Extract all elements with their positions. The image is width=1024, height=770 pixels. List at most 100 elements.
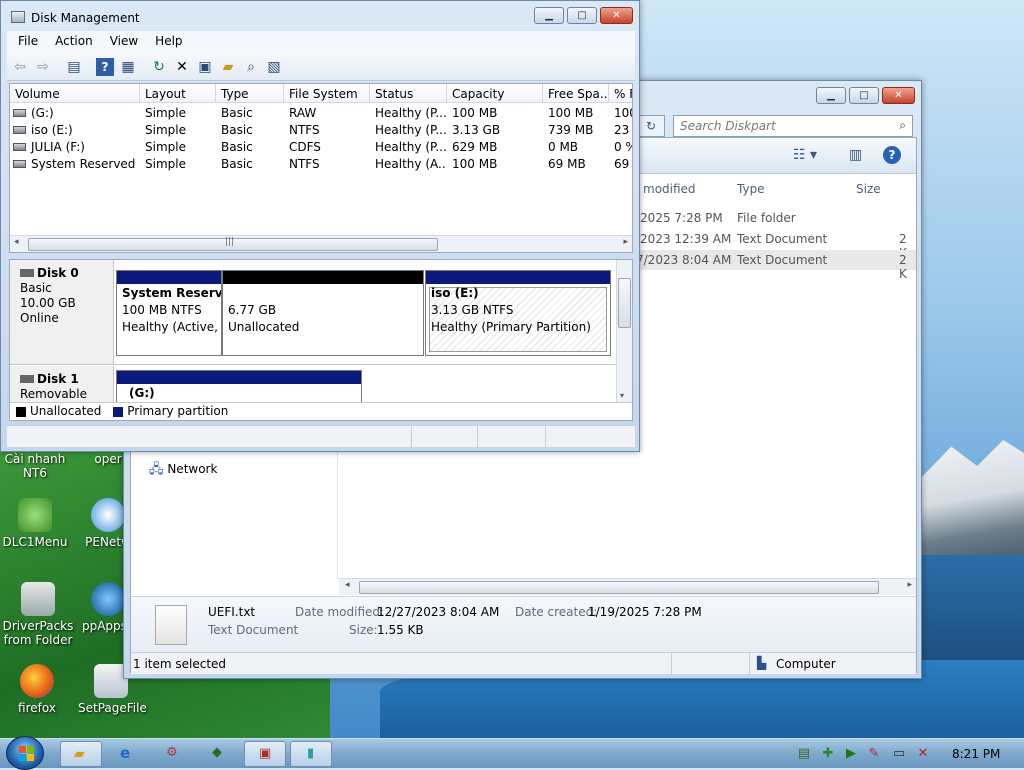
start-button[interactable]	[6, 736, 44, 770]
tray-app-icon[interactable]: ✎	[866, 746, 882, 762]
delete-icon[interactable]: ✕	[173, 58, 191, 76]
cell-percent: 69	[614, 157, 630, 171]
clock[interactable]: 8:21 PM	[952, 747, 1000, 761]
disk-pane: Disk 0 Basic 10.00 GB Online System Rese…	[9, 259, 633, 421]
column-header-type[interactable]: Type	[216, 84, 284, 103]
volume-row[interactable]: JULIA (F:) Simple Basic CDFS Healthy (P... 62…	[10, 139, 632, 156]
desktop-icon-dlc1menu[interactable]: DLC1Menu	[0, 498, 70, 549]
apps-icon	[91, 582, 125, 616]
tray-monitor-icon[interactable]: ▭	[891, 746, 907, 762]
cell-freespace: 100 MB	[548, 106, 594, 120]
refresh-icon[interactable]: ↻	[637, 115, 665, 137]
tray-play-icon[interactable]: ▶	[843, 746, 859, 762]
cell-freespace: 739 MB	[548, 123, 594, 137]
file-row[interactable]: /2023 12:39 AM Text Document 2 K	[631, 229, 916, 260]
search-input[interactable]: Search Diskpart ⌕	[673, 115, 913, 137]
taskbar-app[interactable]: ⚙	[152, 741, 194, 767]
column-header-filesystem[interactable]: File System	[284, 84, 370, 103]
disk-management-icon	[11, 11, 25, 23]
computer-icon: ▙	[757, 656, 767, 670]
rescan-icon[interactable]: ▧	[265, 58, 283, 76]
menu-action[interactable]: Action	[44, 31, 99, 48]
preview-pane-icon[interactable]: ▥	[849, 147, 862, 163]
column-header-size[interactable]: Size	[856, 182, 881, 196]
cell-layout: Simple	[145, 123, 186, 137]
back-icon[interactable]: ⇦	[11, 58, 29, 76]
minimize-button[interactable]: ▁	[816, 87, 846, 104]
taskbar-disk-management[interactable]: ▣	[244, 741, 286, 767]
taskbar-ie[interactable]: e	[106, 741, 148, 767]
close-button[interactable]: ✕	[600, 7, 633, 24]
details-size-label: Size:	[349, 623, 378, 637]
wallpaper-mountain	[920, 440, 1024, 570]
desktop-icon-firefox[interactable]: firefox	[2, 664, 72, 715]
desktop-icon-label: oper	[94, 452, 122, 466]
folder-icon: ▰	[74, 746, 85, 762]
cell-status: Healthy (P...	[375, 140, 447, 154]
details-modified-label: Date modified:	[295, 605, 385, 619]
cell-status: Healthy (P...	[375, 106, 447, 120]
desktop-icon-label: Cài nhanh NT6	[4, 452, 66, 480]
taskbar-explorer[interactable]: ▰	[60, 741, 102, 767]
file-row-selected[interactable]: 7/2023 8:04 AM Text Document 2 K	[631, 250, 916, 281]
refresh-icon[interactable]: ↻	[150, 58, 168, 76]
cell-status: Healthy (P...	[375, 123, 447, 137]
tray-network-icon[interactable]: ▤	[796, 746, 812, 762]
cell-capacity: 100 MB	[452, 106, 498, 120]
taskbar-app[interactable]: ▮	[290, 741, 332, 767]
properties-sheet-icon[interactable]: ▣	[196, 58, 214, 76]
partition-unallocated[interactable]: 6.77 GB Unallocated	[222, 270, 424, 356]
column-header-layout[interactable]: Layout	[140, 84, 216, 103]
volume-row[interactable]: System Reserved (... Simple Basic NTFS Healt…	[10, 156, 632, 173]
volume-row[interactable]: iso (E:) Simple Basic NTFS Healthy (P... 3.13…	[10, 122, 632, 139]
maximize-button[interactable]: □	[567, 7, 597, 24]
column-header-percent[interactable]: % F	[609, 84, 632, 103]
disk0-state: Online	[20, 311, 59, 325]
column-header-volume[interactable]: Volume	[10, 84, 140, 103]
tray-volume-muted-icon[interactable]: ✕	[915, 746, 931, 762]
cell-type: Basic	[221, 106, 253, 120]
legend-primary: Primary partition	[127, 404, 229, 418]
file-row[interactable]: /2025 7:28 PM File folder	[631, 208, 916, 228]
close-button[interactable]: ✕	[882, 87, 915, 104]
column-header-status[interactable]: Status	[370, 84, 447, 103]
partition-system-reserved[interactable]: System Reserve 100 MB NTFS Healthy (Acti…	[116, 270, 222, 356]
tray-security-icon[interactable]: ✚	[820, 746, 836, 762]
text-file-icon	[155, 605, 187, 645]
help-icon[interactable]: ?	[883, 146, 901, 164]
menu-help[interactable]: Help	[144, 31, 188, 48]
disk-vertical-scrollbar[interactable]: ▾	[616, 260, 632, 402]
column-header-type[interactable]: Type	[737, 182, 765, 196]
cell-capacity: 629 MB	[452, 140, 498, 154]
internet-explorer-icon: e	[120, 744, 131, 762]
desktop-icon-install[interactable]: Cài nhanh NT6	[0, 452, 70, 480]
volume-row[interactable]: (G:) Simple Basic RAW Healthy (P... 100 MB 100…	[10, 105, 632, 122]
menu-view[interactable]: View	[99, 31, 144, 48]
nav-item-network[interactable]: 🖧 Network	[149, 460, 217, 482]
column-header-modified[interactable]: modified	[643, 182, 696, 196]
volume-list: Volume Layout Type File System Status Ca…	[9, 83, 633, 253]
minimize-button[interactable]: ▁	[534, 7, 564, 24]
horizontal-scrollbar[interactable]: ◂ ▸	[339, 578, 916, 595]
properties-icon[interactable]: ▦	[119, 58, 137, 76]
column-header-capacity[interactable]: Capacity	[447, 84, 543, 103]
volume-horizontal-scrollbar[interactable]: ◂ ||| ▸	[10, 235, 632, 252]
views-icon[interactable]: ☷ ▾	[793, 147, 817, 163]
taskbar-app[interactable]: ◆	[198, 741, 240, 767]
partition-iso-e[interactable]: iso (E:) 3.13 GB NTFS Healthy (Primary P…	[425, 270, 611, 356]
disk1-label[interactable]: Disk 1 Removable	[10, 366, 114, 406]
cell-filesystem: RAW	[289, 106, 317, 120]
column-header-freespace[interactable]: Free Spa...	[543, 84, 609, 103]
forward-icon[interactable]: ⇨	[34, 58, 52, 76]
help-icon[interactable]: ?	[96, 58, 114, 76]
disk0-type: Basic	[20, 281, 52, 295]
disk0-label[interactable]: Disk 0 Basic 10.00 GB Online	[10, 260, 114, 364]
search-icon[interactable]: ⌕	[242, 58, 260, 76]
desktop-icon-driverpacks[interactable]: DriverPacks from Folder	[0, 582, 76, 647]
legend: Unallocated Primary partition	[10, 402, 632, 420]
show-hide-tree-icon[interactable]: ▤	[65, 58, 83, 76]
open-folder-icon[interactable]: ▰	[219, 58, 237, 76]
cell-capacity: 3.13 GB	[452, 123, 501, 137]
maximize-button[interactable]: □	[849, 87, 879, 104]
menu-file[interactable]: File	[7, 31, 44, 48]
